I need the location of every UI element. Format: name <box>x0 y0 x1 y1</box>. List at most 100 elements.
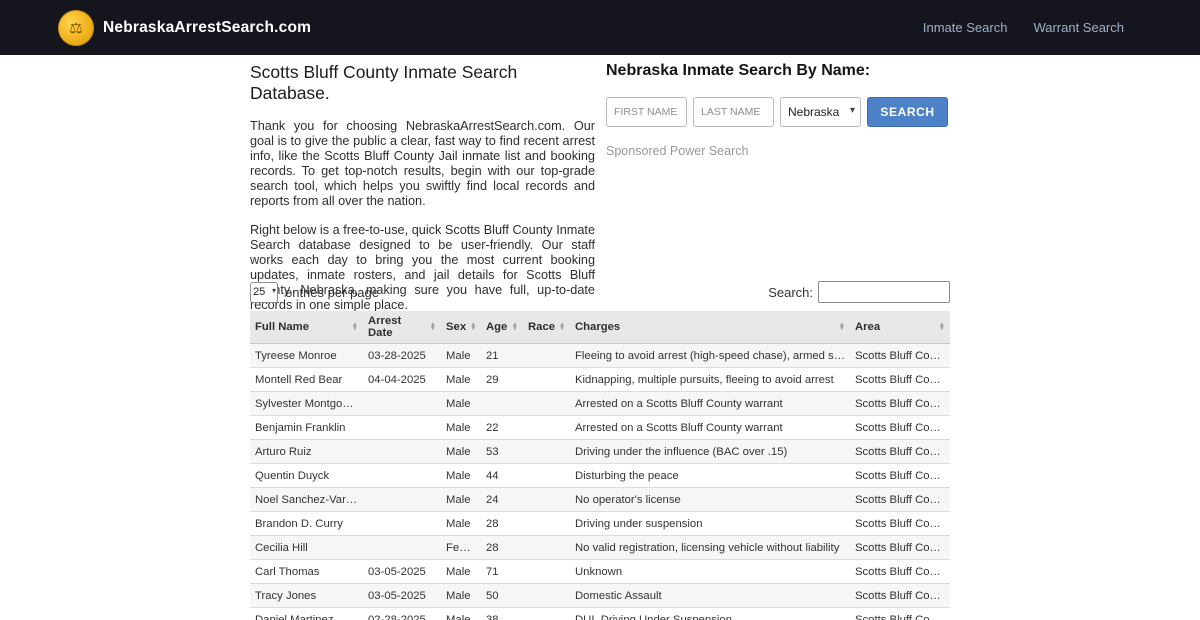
cell-date: 03-05-2025 <box>363 559 441 584</box>
cell-race <box>523 487 570 512</box>
column-header-area[interactable]: Area ▲ ▼ <box>850 311 950 344</box>
cell-area: Scotts Bluff County <box>850 463 950 488</box>
page-title: Scotts Bluff County Inmate Search Databa… <box>250 62 518 103</box>
cell-age: 50 <box>481 583 523 608</box>
cell-race <box>523 607 570 620</box>
cell-age: 21 <box>481 343 523 368</box>
column-header-full-name[interactable]: Full Name ▲ ▼ <box>250 311 363 344</box>
sort-icon[interactable]: ▲ ▼ <box>470 321 476 332</box>
cell-age: 24 <box>481 487 523 512</box>
cell-charges: Arrested on a Scotts Bluff County warran… <box>570 415 850 440</box>
column-header-charges[interactable]: Charges ▲ ▼ <box>570 311 850 344</box>
cell-date: 03-28-2025 <box>363 343 441 368</box>
cell-name: Tyreese Monroe <box>250 343 363 368</box>
first-name-input[interactable] <box>606 97 687 127</box>
column-label: Charges <box>575 321 621 333</box>
cell-age: 22 <box>481 415 523 440</box>
table-row: Brandon D. Curry Male 28 Driving under susp… <box>250 511 950 536</box>
arrest-records-table: Full Name ▲ ▼ Arrest Date ▲ ▼ Sex ▲ ▼ Age ▲ ▼ Race ▲ ▼… <box>250 311 950 620</box>
last-name-input[interactable] <box>693 97 774 127</box>
table-search-input[interactable] <box>818 281 950 303</box>
cell-sex: Male <box>441 463 481 488</box>
cell-sex: Male <box>441 583 481 608</box>
cell-sex: Male <box>441 367 481 392</box>
table-row: Cecilia Hill Female 28 No valid registratio… <box>250 535 950 560</box>
cell-charges: Driving under the influence (BAC over .1… <box>570 439 850 464</box>
cell-area: Scotts Bluff County <box>850 607 950 620</box>
cell-name: Sylvester Montgomery <box>250 391 363 416</box>
column-label: Race <box>528 321 556 333</box>
column-header-arrest-date[interactable]: Arrest Date ▲ ▼ <box>363 311 441 344</box>
brand-title: NebraskaArrestSearch.com <box>103 18 312 36</box>
page: ⚖ NebraskaArrestSearch.com Inmate Search… <box>0 0 1200 620</box>
search-button[interactable]: SEARCH <box>867 97 948 127</box>
column-label: Arrest Date <box>368 315 402 339</box>
cell-age: 28 <box>481 511 523 536</box>
cell-age: 29 <box>481 367 523 392</box>
sort-icon[interactable]: ▲ ▼ <box>430 321 436 332</box>
cell-name: Brandon D. Curry <box>250 511 363 536</box>
cell-area: Scotts Bluff County <box>850 391 950 416</box>
cell-sex: Male <box>441 607 481 620</box>
table-row: Benjamin Franklin Male 22 Arrested on a Sco… <box>250 415 950 440</box>
table-row: Carl Thomas 03-05-2025 Male 71 Unknown Scotts… <box>250 559 950 584</box>
cell-name: Carl Thomas <box>250 559 363 584</box>
column-label: Full Name <box>255 321 309 333</box>
column-header-sex[interactable]: Sex ▲ ▼ <box>441 311 481 344</box>
sort-icon[interactable]: ▲ ▼ <box>839 321 845 332</box>
cell-area: Scotts Bluff County <box>850 487 950 512</box>
column-header-age[interactable]: Age ▲ ▼ <box>481 311 523 344</box>
table-row: Quentin Duyck Male 44 Disturbing the peace S… <box>250 463 950 488</box>
nav-link-warrant-search[interactable]: Warrant Search <box>1033 20 1124 35</box>
cell-sex: Male <box>441 487 481 512</box>
cell-name: Benjamin Franklin <box>250 415 363 440</box>
table-search-label: Search: <box>768 284 813 300</box>
cell-date: 04-04-2025 <box>363 367 441 392</box>
cell-area: Scotts Bluff County <box>850 511 950 536</box>
cell-area: Scotts Bluff County <box>850 439 950 464</box>
cell-name: Arturo Ruiz <box>250 439 363 464</box>
nav-link-inmate-search[interactable]: Inmate Search <box>923 20 1008 35</box>
cell-race <box>523 415 570 440</box>
cell-sex: Male <box>441 559 481 584</box>
cell-name: Tracy Jones <box>250 583 363 608</box>
sort-icon[interactable]: ▲ ▼ <box>512 321 518 332</box>
sponsored-text: Sponsored Power Search <box>606 144 749 158</box>
column-header-race[interactable]: Race ▲ ▼ <box>523 311 570 344</box>
sort-icon[interactable]: ▲ ▼ <box>352 321 358 332</box>
table-row: Noel Sanchez-Vargas Male 24 No operator's l… <box>250 487 950 512</box>
table-row: Montell Red Bear 04-04-2025 Male 29 Kidnappi… <box>250 367 950 392</box>
table-row: Tracy Jones 03-05-2025 Male 50 Domestic Assa… <box>250 583 950 608</box>
cell-charges: Fleeing to avoid arrest (high-speed chas… <box>570 343 850 368</box>
cell-charges: Unknown <box>570 559 850 584</box>
cell-sex: Male <box>441 343 481 368</box>
logo-badge-icon: ⚖ <box>58 9 94 46</box>
cell-date: 02-28-2025 <box>363 607 441 620</box>
table-header-row: Full Name ▲ ▼ Arrest Date ▲ ▼ Sex ▲ ▼ Age ▲ ▼ Race ▲ ▼… <box>250 311 950 344</box>
table-row: Sylvester Montgomery Male Arrested on a Sc… <box>250 391 950 416</box>
name-search-panel: Nebraska Inmate Search By Name: Nebraska… <box>606 62 952 158</box>
cell-area: Scotts Bluff County <box>850 415 950 440</box>
cell-age: 28 <box>481 535 523 560</box>
cell-charges: No operator's license <box>570 487 850 512</box>
table-head: Full Name ▲ ▼ Arrest Date ▲ ▼ Sex ▲ ▼ Age ▲ ▼ Race ▲ ▼… <box>250 311 950 344</box>
cell-charges: Driving under suspension <box>570 511 850 536</box>
cell-age: 53 <box>481 439 523 464</box>
cell-area: Scotts Bluff County <box>850 535 950 560</box>
sort-icon[interactable]: ▲ ▼ <box>559 321 565 332</box>
cell-date <box>363 511 441 536</box>
site-logo[interactable]: ⚖ NebraskaArrestSearch.com <box>58 9 312 46</box>
sort-icon[interactable]: ▲ ▼ <box>939 321 945 332</box>
entries-per-page-select[interactable]: 25 <box>250 281 278 303</box>
cell-sex: Male <box>441 511 481 536</box>
cell-age: 71 <box>481 559 523 584</box>
cell-date <box>363 415 441 440</box>
cell-charges: Domestic Assault <box>570 583 850 608</box>
cell-date <box>363 439 441 464</box>
cell-charges: DUI, Driving Under Suspension <box>570 607 850 620</box>
cell-race <box>523 559 570 584</box>
state-select[interactable]: Nebraska <box>780 97 861 127</box>
cell-charges: No valid registration, licensing vehicle… <box>570 535 850 560</box>
cell-date <box>363 487 441 512</box>
column-label: Area <box>855 321 881 333</box>
